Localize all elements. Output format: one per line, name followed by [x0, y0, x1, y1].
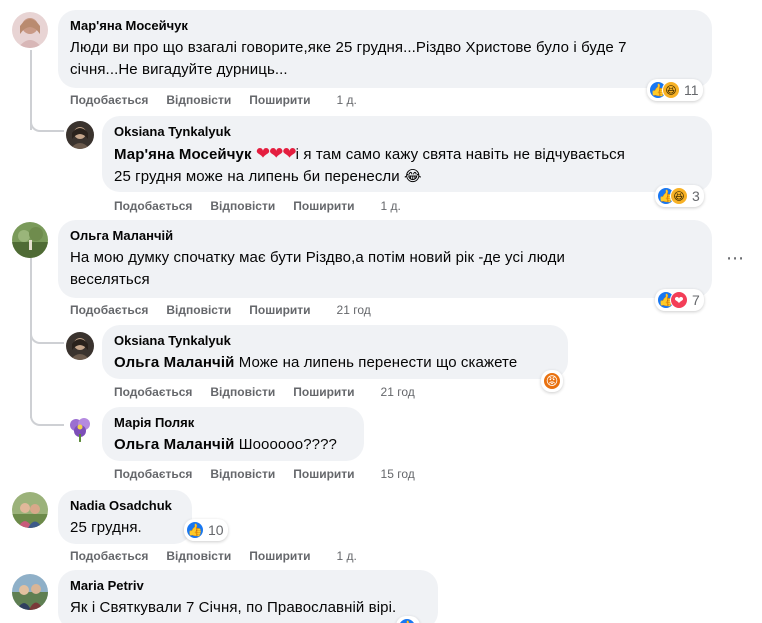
comment-author[interactable]: Мар'яна Мосейчук [70, 18, 700, 34]
comment-actions: Подобається Відповісти Поширити 1 д. [70, 92, 375, 108]
comment-text-part: 25 грудня може на липень би перенесли [114, 168, 400, 185]
share-button[interactable]: Поширити [249, 548, 310, 564]
comment-author[interactable]: Maria Petriv [70, 578, 426, 594]
comment-bubble: Ольга Маланчій На мою думку спочатку має… [58, 220, 712, 298]
thread-elbow [30, 394, 64, 426]
comment-text: Ольга Маланчій Шоооооо???? [114, 434, 352, 456]
like-icon: 👍 [398, 618, 416, 623]
reply-button[interactable]: Відповісти [210, 198, 275, 214]
avatar[interactable] [12, 222, 48, 258]
like-button[interactable]: Подобається [70, 92, 148, 108]
reaction-summary[interactable]: 👍 😆 11 [647, 79, 703, 101]
comment-text-line: На мою думку спочатку має бути Різдво,а … [70, 249, 565, 266]
laughing-emoji: 😂 [404, 168, 422, 185]
timestamp[interactable]: 21 год [381, 384, 415, 400]
avatar[interactable] [12, 492, 48, 528]
comment-bubble: Oksiana Tynkalyuk Мар'яна Мосейчук ❤❤❤і … [102, 116, 712, 192]
comment-text: Ольга Маланчій Може на липень перенести … [114, 352, 556, 374]
haha-icon: 😆 [662, 81, 680, 99]
reaction-summary[interactable]: 😡 [541, 370, 563, 392]
reaction-summary[interactable]: 👍 😆 3 [655, 185, 704, 207]
timestamp[interactable]: 1 д. [381, 198, 401, 214]
comment-bubble: Марія Поляк Ольга Маланчій Шоооооо???? [102, 407, 364, 461]
comment-author[interactable]: Ольга Маланчій [70, 228, 700, 244]
avatar[interactable] [12, 12, 48, 48]
avatar[interactable] [12, 574, 48, 610]
comment-bubble: Oksiana Tynkalyuk Ольга Маланчій Може на… [102, 325, 568, 379]
comment-bubble: Maria Petriv Як і Святкували 7 Січня, по… [58, 570, 438, 623]
comment-text: Як і Святкували 7 Січня, по Православній… [70, 599, 397, 616]
comment-author[interactable]: Nadia Osadchuk [70, 498, 180, 514]
comment-author[interactable]: Марія Поляк [114, 415, 352, 431]
reaction-count: 11 [684, 82, 699, 98]
reaction-count: 7 [692, 292, 700, 308]
comment-text: На мою думку спочатку має бути Різдво,а … [70, 247, 700, 291]
comment-author[interactable]: Oksiana Tynkalyuk [114, 124, 700, 140]
mention-link[interactable]: Ольга Маланчій [114, 436, 234, 453]
comment-text-part: Може на липень перенести що скажете [238, 354, 518, 371]
share-button[interactable]: Поширити [249, 302, 310, 318]
comment-actions: Подобається Відповісти Поширити 21 год [70, 302, 389, 318]
comment-author[interactable]: Oksiana Tynkalyuk [114, 333, 556, 349]
timestamp[interactable]: 1 д. [337, 548, 357, 564]
reaction-summary[interactable]: 👍 10 [184, 519, 228, 541]
comment-bubble: Nadia Osadchuk 25 грудня. [58, 490, 192, 544]
reply-button[interactable]: Відповісти [210, 384, 275, 400]
avatar[interactable] [66, 332, 94, 360]
haha-icon: 😆 [670, 187, 688, 205]
comment-actions: Подобається Відповісти Поширити 1 д. [70, 548, 375, 564]
thread-elbow [30, 100, 64, 132]
reply-button[interactable]: Відповісти [166, 548, 231, 564]
share-button[interactable]: Поширити [293, 198, 354, 214]
more-options-icon[interactable]: ⋯ [726, 248, 745, 269]
reaction-summary[interactable]: 👍 ❤ 7 [655, 289, 704, 311]
comment-bubble: Мар'яна Мосейчук Люди ви про що взагалі … [58, 10, 712, 88]
avatar[interactable] [66, 121, 94, 149]
timestamp[interactable]: 1 д. [337, 92, 357, 108]
mention-link[interactable]: Мар'яна Мосейчук [114, 146, 252, 163]
like-button[interactable]: Подобається [114, 198, 192, 214]
comment-text-line: 25 грудня може на липень би перенесли 😂 [114, 166, 700, 188]
timestamp[interactable]: 15 год [381, 466, 415, 482]
comment-text-line: Мар'яна Мосейчук ❤❤❤і я там само кажу св… [114, 143, 700, 166]
like-button[interactable]: Подобається [70, 302, 148, 318]
reply-button[interactable]: Відповісти [210, 466, 275, 482]
comment-text-line: Люди ви про що взагалі говорите,яке 25 г… [70, 39, 627, 56]
heart-emoji: ❤❤❤ [255, 144, 297, 163]
reply-button[interactable]: Відповісти [166, 302, 231, 318]
like-button[interactable]: Подобається [70, 548, 148, 564]
share-button[interactable]: Поширити [293, 466, 354, 482]
thread-elbow [30, 312, 64, 344]
like-icon: 👍 [186, 521, 204, 539]
like-button[interactable]: Подобається [114, 466, 192, 482]
angry-icon: 😡 [543, 372, 561, 390]
comment-text-line: веселяться [70, 271, 150, 288]
timestamp[interactable]: 21 год [337, 302, 371, 318]
reply-button[interactable]: Відповісти [166, 92, 231, 108]
comment-text-part: і я там само кажу свята навіть не відчув… [295, 146, 625, 163]
comment-text: 25 грудня. [70, 519, 142, 536]
share-button[interactable]: Поширити [293, 384, 354, 400]
comment-actions: Подобається Відповісти Поширити 1 д. [114, 198, 419, 214]
comment-text: Мар'яна Мосейчук ❤❤❤і я там само кажу св… [114, 143, 700, 188]
reaction-count: 3 [692, 188, 700, 204]
love-icon: ❤ [670, 291, 688, 309]
comment-text-line: січня...Не вигадуйте дурниць... [70, 61, 288, 78]
mention-link[interactable]: Ольга Маланчій [114, 354, 234, 371]
share-button[interactable]: Поширити [249, 92, 310, 108]
like-button[interactable]: Подобається [114, 384, 192, 400]
comment-text-part: Шоооооо???? [238, 436, 337, 453]
comment-actions: Подобається Відповісти Поширити 21 год [114, 384, 433, 400]
reaction-count: 10 [208, 522, 224, 538]
comment-text: Люди ви про що взагалі говорите,яке 25 г… [70, 37, 700, 81]
avatar[interactable] [66, 414, 94, 442]
comment-actions: Подобається Відповісти Поширити 15 год [114, 466, 433, 482]
